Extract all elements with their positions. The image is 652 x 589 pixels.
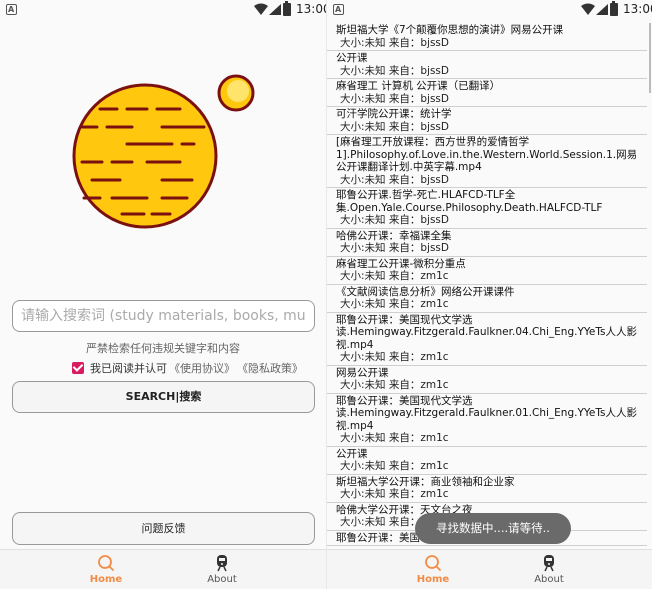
bottom-navigation: Home About bbox=[327, 549, 652, 589]
planet-logo-icon bbox=[72, 74, 255, 229]
nav-about-label: About bbox=[534, 574, 564, 585]
result-meta: 大小:未知 来自：bjssD bbox=[340, 92, 449, 105]
nav-about[interactable]: About bbox=[519, 554, 579, 585]
status-bar: A 13:00 bbox=[327, 0, 652, 20]
result-title: 耶鲁公开课：美国现代文学选读.Hemingway.Fitzgerald.Faul… bbox=[336, 394, 638, 432]
wifi-icon bbox=[254, 3, 268, 15]
result-title: 麻省理工 计算机 公开课（已翻译） bbox=[336, 80, 501, 92]
result-meta: 大小:未知 来自：zm1c bbox=[340, 270, 449, 282]
nav-home-label: Home bbox=[416, 574, 450, 585]
notification-a-icon: A bbox=[6, 4, 17, 15]
result-title: 耶鲁公开课：美国现代文学选读.Hemingway.Fitzgerald.Faul… bbox=[336, 313, 638, 351]
terms-link[interactable]: 《使用协议》 bbox=[169, 360, 235, 376]
notification-a-icon: A bbox=[333, 4, 344, 15]
home-screen: A 13:00 严禁检索任 bbox=[0, 0, 326, 589]
list-item[interactable]: 可汗学院公开课：统计学 大小:未知 来自：bjssD bbox=[327, 107, 647, 135]
result-meta: 大小:未知 来自：bjssD bbox=[340, 214, 449, 226]
search-icon bbox=[425, 555, 441, 571]
list-item[interactable]: 耶鲁公开课.哲学-死亡.HLAFCD-TLF全集.Open.Yale.Cours… bbox=[327, 188, 647, 229]
result-title: 《文献阅读信息分析》网络公开课课件 bbox=[336, 285, 515, 298]
agree-checkbox[interactable] bbox=[72, 362, 84, 374]
agree-text: 我已阅读并认可 bbox=[90, 362, 167, 375]
cell-signal-icon bbox=[596, 4, 608, 15]
list-item[interactable]: 哈佛公开课：幸福课全集 大小:未知 来自：bjssD bbox=[327, 229, 647, 257]
result-meta: 大小:未知 来自：zm1c bbox=[340, 298, 449, 310]
list-item[interactable]: 麻省理工公开课-微积分重点 大小:未知 来自：zm1c bbox=[327, 257, 647, 285]
nav-about-label: About bbox=[207, 574, 237, 585]
result-meta: 大小:未知 来自：bjssD bbox=[340, 120, 449, 133]
list-item[interactable]: 耶鲁公开课：美国现代文学选读.Hemingway.Fitzgerald.Faul… bbox=[327, 313, 647, 366]
nav-home[interactable]: Home bbox=[76, 554, 136, 585]
wifi-icon bbox=[581, 3, 595, 15]
privacy-link[interactable]: 《隐私政策》 bbox=[237, 360, 303, 376]
list-item[interactable]: 公开课 大小:未知 来自：bjssD bbox=[327, 51, 647, 79]
feedback-button[interactable]: 问题反馈 bbox=[12, 512, 315, 545]
list-item[interactable]: 公开课 大小:未知 来自：zm1c bbox=[327, 447, 647, 475]
result-title: 麻省理工公开课-微积分重点 bbox=[336, 257, 466, 270]
results-screen: A 13:00 斯坦福大学《7个颠覆你思想的演讲》网易公开课大小:未知 来自：b… bbox=[327, 0, 652, 589]
bottom-navigation: Home About bbox=[0, 549, 326, 589]
result-meta: 大小:未知 来自：zm1c bbox=[340, 379, 449, 391]
result-title: 可汗学院公开课：统计学 bbox=[336, 108, 452, 120]
search-input[interactable] bbox=[12, 300, 315, 332]
status-time: 13:00 bbox=[296, 2, 326, 16]
list-item[interactable]: 斯坦福大学《7个颠覆你思想的演讲》网易公开课 大小:未知 来自：bjssD bbox=[327, 23, 647, 51]
result-meta: 大小:未知 来自：bjssD bbox=[340, 64, 449, 77]
train-icon bbox=[544, 555, 554, 572]
list-item[interactable]: 网易公开课 大小:未知 来自：zm1c bbox=[327, 366, 647, 394]
search-button[interactable]: SEARCH|搜索 bbox=[12, 381, 315, 413]
nav-about[interactable]: About bbox=[192, 554, 252, 585]
status-bar: A 13:00 bbox=[0, 0, 326, 20]
result-meta: 大小:未知 来自：zm1c bbox=[340, 488, 449, 500]
search-icon bbox=[98, 555, 114, 571]
nav-home-label: Home bbox=[89, 574, 123, 585]
list-item[interactable]: 麻省理工 计算机 公开课（已翻译） 大小:未知 来自：bjssD bbox=[327, 79, 647, 107]
result-title: 哈佛公开课：幸福课全集 bbox=[336, 229, 452, 242]
result-title: [麻省理工开放课程：西方世界的爱情哲学1].Philosophy.of.Love… bbox=[336, 136, 638, 173]
status-time: 13:00 bbox=[623, 2, 652, 16]
list-item[interactable]: 斯坦福大学公开课：商业领袖和企业家 大小:未知 来自：zm1c bbox=[327, 475, 647, 503]
cell-signal-icon bbox=[269, 4, 281, 15]
result-title: 公开课 bbox=[336, 52, 368, 64]
result-title: 耶鲁公开课.哲学-死亡.HLAFCD-TLF全集.Open.Yale.Cours… bbox=[336, 189, 603, 214]
battery-icon bbox=[283, 1, 291, 16]
result-meta: 大小:未知 来自：zm1c bbox=[340, 460, 449, 472]
result-title: 网易公开课 bbox=[336, 366, 389, 379]
train-icon bbox=[217, 555, 227, 572]
result-meta: 大小:未知 来自：bjssD bbox=[340, 173, 449, 186]
list-item[interactable]: 《文献阅读信息分析》网络公开课课件 大小:未知 来自：zm1c bbox=[327, 285, 647, 313]
warning-text: 严禁检索任何违规关键字和内容 bbox=[86, 342, 240, 355]
loading-toast: 寻找数据中....请等待.. bbox=[415, 513, 571, 544]
result-title: 斯坦福大学公开课：商业领袖和企业家 bbox=[336, 475, 515, 488]
result-title: 公开课 bbox=[336, 447, 368, 460]
list-item[interactable]: [麻省理工开放课程：西方世界的爱情哲学1].Philosophy.of.Love… bbox=[327, 135, 647, 188]
scrollbar[interactable] bbox=[649, 23, 651, 93]
agreement-row: 我已阅读并认可 《使用协议》 《隐私政策》 bbox=[72, 360, 303, 376]
result-meta: 大小:未知 来自：zm1c bbox=[340, 351, 449, 363]
list-item[interactable]: 耶鲁公开课：美国现代文学选读.Hemingway.Fitzgerald.Faul… bbox=[327, 394, 647, 447]
result-meta: 大小:未知 来自：bjssD bbox=[340, 36, 449, 49]
battery-icon bbox=[610, 1, 618, 16]
nav-home[interactable]: Home bbox=[403, 554, 463, 585]
result-meta: 大小:未知 来自：zm1c bbox=[340, 432, 449, 444]
result-title: 斯坦福大学《7个颠覆你思想的演讲》网易公开课 bbox=[336, 24, 564, 36]
results-list: 斯坦福大学《7个颠覆你思想的演讲》网易公开课 大小:未知 来自：bjssD 公开课… bbox=[327, 23, 647, 546]
result-meta: 大小:未知 来自：bjssD bbox=[340, 242, 449, 254]
